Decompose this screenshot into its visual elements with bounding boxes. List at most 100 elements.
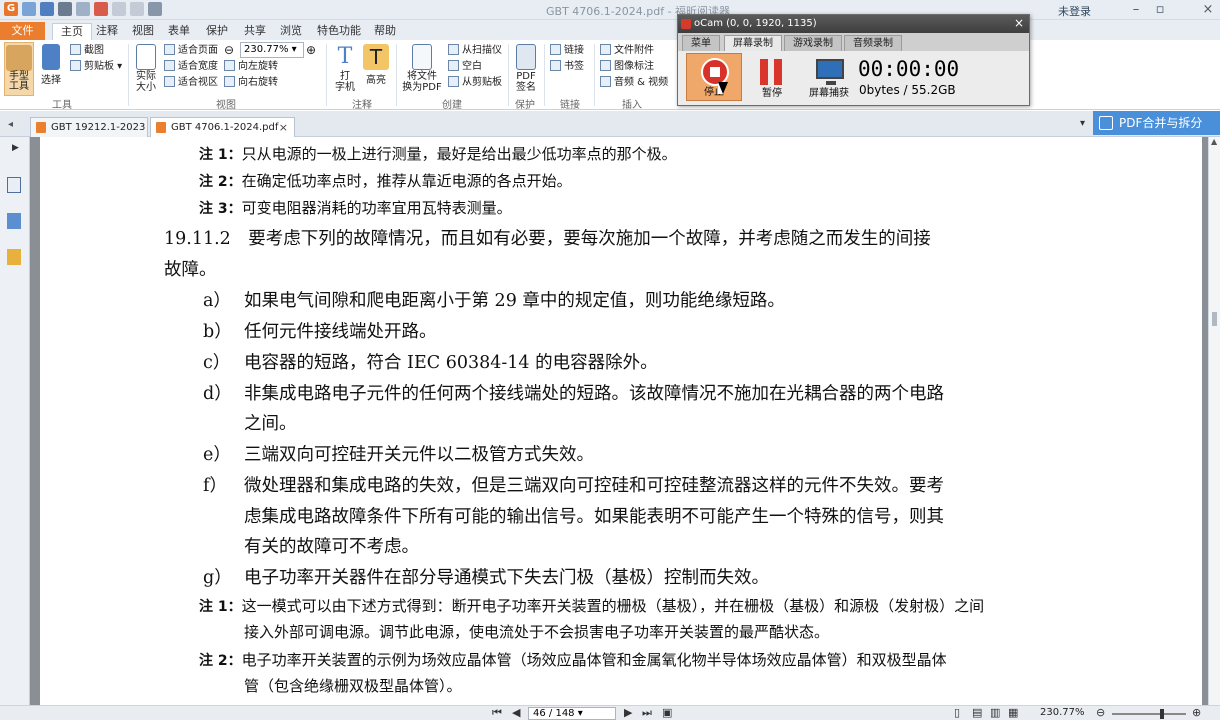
link-button[interactable]: 链接 (550, 43, 584, 58)
continuous-facing-icon[interactable]: ▦ (1008, 706, 1018, 720)
pdf-file-icon (156, 122, 166, 133)
snapshot-button[interactable]: 截图 (70, 43, 104, 58)
tab-browse[interactable]: 浏览 (272, 23, 310, 40)
tab-form[interactable]: 表单 (160, 23, 198, 40)
tab-home[interactable]: 主页 (52, 23, 92, 40)
audio-video-button[interactable]: 音频 & 视频 (600, 75, 668, 90)
bookmark-button[interactable]: 书签 (550, 59, 584, 74)
from-scanner-button[interactable]: 从扫描仪 (448, 43, 502, 58)
ocam-tab-audio-record[interactable]: 音频录制 (844, 35, 902, 51)
pause-icon (760, 59, 768, 85)
fit-width-button[interactable]: 适合宽度 (164, 59, 218, 74)
single-page-view-icon[interactable]: ▯ (954, 706, 960, 720)
rotate-left-button[interactable]: 向左旋转 (224, 59, 278, 74)
zoom-out-icon[interactable]: ⊖ (224, 43, 234, 58)
zoom-slider-knob[interactable] (1160, 709, 1164, 719)
close-window-icon[interactable]: × (1196, 0, 1220, 20)
redo-icon[interactable] (130, 2, 144, 16)
next-page-icon[interactable]: ▶ (624, 706, 632, 720)
list-item: c） 电容器的短路，符合 IEC 60384-14 的电容器除外。 (203, 353, 658, 373)
ocam-stop-button[interactable]: 停止 (686, 53, 742, 101)
tab-comment[interactable]: 注释 (88, 23, 126, 40)
stamp-icon[interactable] (148, 2, 162, 16)
zoom-input[interactable]: 230.77% ▾ (240, 42, 304, 58)
from-clipboard-button[interactable]: 从剪贴板 (448, 75, 502, 90)
copy-view-icon[interactable]: ▣ (662, 706, 672, 720)
image-annotation-button[interactable]: 图像标注 (600, 59, 654, 74)
hand-tool-button[interactable]: 手型 工具 (4, 42, 34, 96)
tab-share[interactable]: 共享 (236, 23, 274, 40)
ocam-close-icon[interactable]: × (1014, 15, 1024, 32)
continuous-view-icon[interactable]: ▤ (972, 706, 982, 720)
ocam-tab-menu[interactable]: 菜单 (682, 35, 720, 51)
close-tab-icon[interactable]: × (279, 118, 288, 137)
pdf-sign-button[interactable]: PDF 签名 (512, 42, 540, 96)
facing-view-icon[interactable]: ▥ (990, 706, 1000, 720)
last-page-icon[interactable]: ⏭ (642, 706, 652, 720)
pdf-icon[interactable] (94, 2, 108, 16)
zoom-out-status-icon[interactable]: ⊖ (1096, 706, 1105, 720)
scroll-up-icon[interactable]: ▲ (1211, 137, 1217, 146)
page-thumbnails-icon[interactable] (7, 213, 21, 229)
comments-panel-icon[interactable] (7, 249, 21, 265)
login-status[interactable]: 未登录 (1058, 3, 1091, 19)
tab-features[interactable]: 特色功能 (309, 23, 369, 40)
merge-icon (1099, 116, 1113, 130)
fit-page-icon (164, 44, 175, 55)
highlight-button[interactable]: T 高亮 (362, 42, 390, 96)
tab-scroll-left-icon[interactable]: ◂ (8, 119, 13, 130)
clause-text: 故障。 (164, 260, 217, 280)
open-icon[interactable] (22, 2, 36, 16)
list-item-continuation: 之间。 (244, 414, 297, 434)
save-icon[interactable] (40, 2, 54, 16)
expand-panel-icon[interactable]: ▶ (12, 143, 19, 153)
highlight-icon: T (363, 44, 389, 70)
doc-tab-gbt4706[interactable]: GBT 4706.1-2024.pdf × (150, 117, 295, 137)
tab-list-dropdown-icon[interactable]: ▾ (1080, 118, 1085, 129)
app-window: G GBT 4706.1-2024.pdf - 福昕阅读器 未登录 – ▫ × … (0, 0, 1220, 720)
title-bar: G GBT 4706.1-2024.pdf - 福昕阅读器 未登录 – ▫ × (0, 0, 1220, 20)
undo-icon[interactable] (112, 2, 126, 16)
group-divider (594, 44, 595, 106)
clipboard-button[interactable]: 剪贴板 ▾ (70, 59, 122, 74)
note-line: 注 1：这一模式可以由下述方式得到：断开电子功率开关装置的栅极（基极），并在栅极… (199, 597, 985, 615)
select-button[interactable]: 选择 (38, 42, 64, 96)
fit-view-button[interactable]: 适合视区 (164, 75, 218, 90)
ocam-capture-button[interactable]: 屏幕捕获 (800, 53, 858, 101)
list-item: e） 三端双向可控硅开关元件以二极管方式失效。 (203, 445, 594, 465)
zoom-slider[interactable] (1112, 709, 1186, 719)
zoom-in-icon[interactable]: ⊕ (306, 43, 316, 58)
ocam-tab-game-record[interactable]: 游戏录制 (784, 35, 842, 51)
group-label-insert: 插入 (622, 100, 642, 111)
rotate-right-button[interactable]: 向右旋转 (224, 75, 278, 90)
first-page-icon[interactable]: ⏮ (492, 706, 502, 720)
tab-help[interactable]: 帮助 (366, 23, 404, 40)
zoom-in-status-icon[interactable]: ⊕ (1192, 706, 1201, 720)
tab-file[interactable]: 文件 (0, 22, 45, 40)
typewriter-button[interactable]: T 打 字机 (332, 42, 358, 96)
actual-size-button[interactable]: 实际 大小 (134, 42, 158, 96)
restore-icon[interactable]: ▫ (1148, 0, 1172, 20)
blank-button[interactable]: 空白 (448, 59, 482, 74)
app-logo-icon[interactable]: G (4, 2, 18, 16)
ocam-elapsed-time: 00:00:00 (858, 57, 960, 81)
scroll-thumb[interactable] (1212, 312, 1217, 326)
screenshot-icon[interactable] (76, 2, 90, 16)
ocam-tab-screen-record[interactable]: 屏幕录制 (724, 35, 782, 51)
ocam-pause-button[interactable]: 暂停 (744, 53, 800, 101)
bookmark-panel-icon[interactable] (7, 177, 21, 193)
vertical-scrollbar[interactable]: ▲ (1208, 137, 1220, 705)
tab-protect[interactable]: 保护 (198, 23, 236, 40)
pdf-merge-split-button[interactable]: PDF合并与拆分 (1093, 111, 1220, 135)
doc-tab-gbt19212[interactable]: GBT 19212.1-2023 ... (30, 117, 148, 137)
convert-to-pdf-button[interactable]: 将文件 换为PDF (400, 42, 444, 96)
tab-view[interactable]: 视图 (124, 23, 162, 40)
clause-heading: 19.11.2 要考虑下列的故障情况，而且如有必要，要每次施加一个故障，并考虑随… (164, 229, 931, 249)
page-number-input[interactable]: 46 / 148 ▾ (528, 707, 616, 720)
minimize-icon[interactable]: – (1124, 0, 1148, 20)
fit-page-button[interactable]: 适合页面 (164, 43, 218, 58)
previous-page-icon[interactable]: ◀ (512, 706, 520, 720)
media-icon (600, 76, 611, 87)
file-attachment-button[interactable]: 文件附件 (600, 43, 654, 58)
print-icon[interactable] (58, 2, 72, 16)
